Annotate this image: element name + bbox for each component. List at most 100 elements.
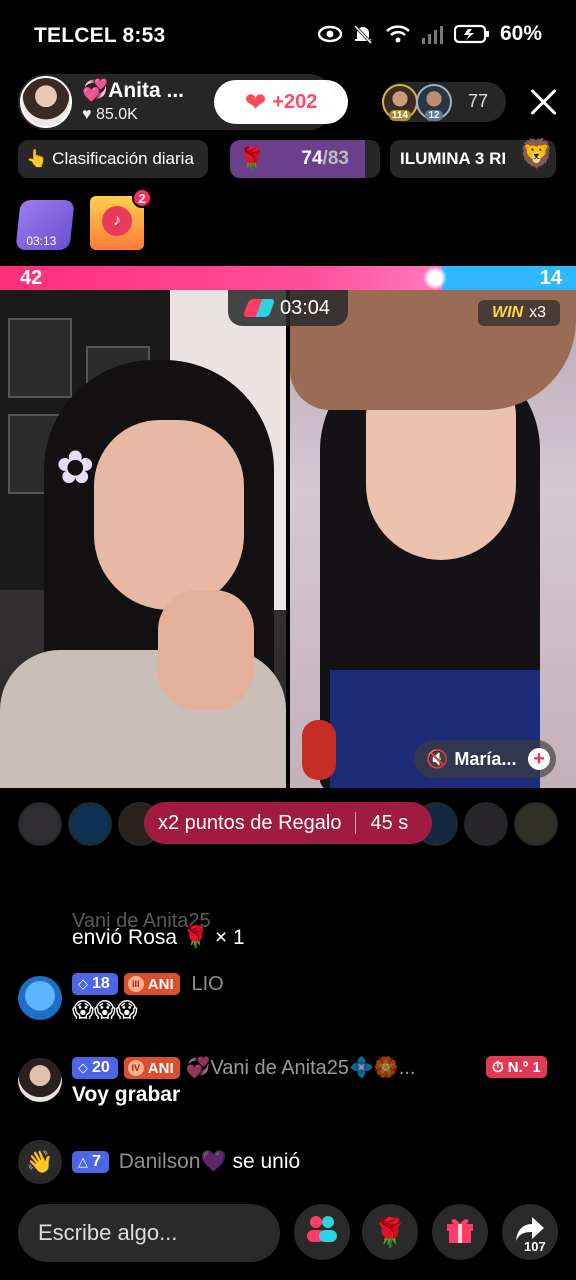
win-multiplier: x3 bbox=[529, 304, 546, 321]
battery-icon bbox=[453, 23, 490, 45]
carrier-label: TELCEL bbox=[34, 24, 117, 47]
win-streak: WIN x3 bbox=[478, 300, 560, 326]
gift-icon bbox=[444, 1213, 476, 1252]
viewer-avatar[interactable]: 12 bbox=[416, 84, 452, 121]
like-increment: +202 bbox=[272, 90, 318, 113]
fan-club-badge: IV ANI bbox=[123, 1057, 180, 1080]
battle-score-bar: 42 14 bbox=[0, 266, 576, 290]
fan-level-icon: IV bbox=[127, 1060, 144, 1077]
fan-club-name: ANI bbox=[147, 975, 174, 993]
supporter-avatar[interactable] bbox=[18, 802, 62, 846]
host-video[interactable]: ✿ bbox=[0, 290, 286, 788]
viewer-level: 114 bbox=[388, 110, 412, 121]
chat-feed[interactable]: Vani de Anita25 envió Rosa 🌹 × 1 ◇ 18 III A… bbox=[0, 880, 576, 1200]
supporter-avatar[interactable] bbox=[464, 802, 508, 846]
battle-spark-icon bbox=[422, 267, 448, 289]
chat-username[interactable]: 💞Vani de Anita25💠🏵️... bbox=[185, 1057, 415, 1079]
level-value: 7 bbox=[92, 1153, 101, 1171]
join-action: se unió bbox=[232, 1150, 301, 1173]
eye-icon bbox=[317, 23, 343, 45]
level-badge: △ 7 bbox=[72, 1151, 109, 1174]
wifi-icon bbox=[386, 23, 410, 45]
guest-name: María... bbox=[454, 748, 517, 769]
rose-goal-chip[interactable]: 🌹 74/83 bbox=[230, 140, 380, 178]
host-avatar[interactable] bbox=[20, 76, 72, 128]
rose-goal-current: 74 bbox=[301, 148, 323, 169]
level-value: 18 bbox=[92, 975, 110, 993]
rose-goal-progress: 74/83 bbox=[301, 148, 349, 170]
guest-video[interactable] bbox=[290, 290, 576, 788]
battle-timer-value: 03:04 bbox=[279, 296, 331, 319]
red-object bbox=[302, 720, 336, 780]
viewers-pill[interactable]: 114 12 77 bbox=[382, 82, 506, 122]
viewer-avatar[interactable]: 114 bbox=[382, 84, 418, 121]
level-badge: ◇ 18 bbox=[72, 973, 118, 996]
share-count: 107 bbox=[524, 1239, 546, 1254]
battle-icon bbox=[242, 299, 276, 317]
battle-left-score: 42 bbox=[20, 267, 43, 289]
flower-icon: ✿ bbox=[56, 441, 95, 493]
chat-message-header: ◇ 20 IV ANI 💞Vani de Anita25💠🏵️... bbox=[72, 1055, 416, 1080]
supporter-avatar[interactable] bbox=[68, 802, 112, 846]
fan-club-name: ANI bbox=[147, 1059, 174, 1077]
follow-plus-button[interactable]: + bbox=[528, 748, 550, 770]
diamond-icon: ◇ bbox=[78, 976, 88, 992]
ilumina-label: ILUMINA 3 RI bbox=[400, 149, 507, 168]
wave-hand-icon: 👋 bbox=[18, 1140, 62, 1184]
fan-club-badge: III ANI bbox=[123, 973, 180, 996]
battle-left-fill bbox=[0, 266, 442, 290]
battle-right-score: 14 bbox=[539, 267, 562, 289]
award-plaque bbox=[8, 318, 72, 398]
ilumina-chip[interactable]: ILUMINA 3 RI 🦁 bbox=[390, 138, 556, 178]
guest-tag[interactable]: 🔇 María... + bbox=[414, 740, 556, 778]
clock: 8:53 bbox=[122, 24, 166, 47]
status-bar: TELCEL 8:53 60% bbox=[0, 0, 576, 72]
rose-goal-total: /83 bbox=[322, 148, 349, 169]
medal-icon: ⏱ bbox=[492, 1058, 504, 1076]
chat-message-text: Voy grabar bbox=[72, 1083, 181, 1106]
rank-badge: ⏱ N.º 1 bbox=[486, 1056, 547, 1078]
lion-icon: 🦁 bbox=[519, 138, 554, 169]
host-face bbox=[94, 420, 244, 610]
multi-guest-button[interactable] bbox=[294, 1204, 350, 1260]
speaker-muted-icon: 🔇 bbox=[426, 748, 449, 769]
tiktok-logo-icon: ♪ bbox=[102, 206, 132, 236]
heart-icon: ❤ bbox=[244, 87, 267, 117]
treasure-widget[interactable]: 03:13 bbox=[15, 200, 75, 250]
supporter-avatar[interactable] bbox=[514, 802, 558, 846]
gift-button[interactable] bbox=[432, 1204, 488, 1260]
heart-icon: ♥ bbox=[82, 106, 92, 123]
bonus-label: x2 puntos de Regalo bbox=[158, 811, 342, 834]
notification-badge: 2 bbox=[132, 188, 152, 208]
viewer-level: 12 bbox=[425, 110, 443, 121]
bonus-seconds: 45 s bbox=[370, 811, 409, 834]
daily-ranking-chip[interactable]: 👆 Clasificación diaria bbox=[18, 140, 208, 178]
rank-value: N.º 1 bbox=[507, 1058, 541, 1076]
divider bbox=[355, 812, 357, 834]
host-likes: ♥ 85.0K bbox=[82, 106, 138, 124]
battery-percent: 60% bbox=[499, 22, 542, 45]
status-bar-left: TELCEL 8:53 bbox=[34, 24, 165, 48]
viewer-count: 77 bbox=[467, 91, 488, 111]
chat-join-line: △ 7 Danilson💜 se unió bbox=[72, 1150, 300, 1174]
close-button[interactable] bbox=[528, 86, 560, 118]
comment-input[interactable]: Escribe algo... bbox=[18, 1204, 280, 1262]
chat-avatar[interactable] bbox=[18, 1058, 62, 1102]
people-icon bbox=[305, 1214, 339, 1251]
rose-gift-button[interactable]: 🌹 bbox=[362, 1204, 418, 1260]
battle-timer: 03:04 bbox=[228, 290, 348, 326]
chat-avatar[interactable] bbox=[18, 976, 62, 1020]
chat-message-text: 😱😱😱 bbox=[72, 999, 138, 1022]
host-hand bbox=[158, 590, 254, 710]
fan-level-icon: III bbox=[127, 976, 144, 993]
host-name: 💞Anita ... bbox=[82, 79, 184, 102]
thumbs-hand-icon: 👆 bbox=[26, 149, 48, 168]
host-info[interactable]: 💞Anita ... ♥ 85.0K ❤ +202 bbox=[18, 74, 348, 130]
diamond-icon: ◇ bbox=[78, 1060, 88, 1076]
bell-muted-icon bbox=[352, 23, 376, 45]
chat-username[interactable]: LIO bbox=[191, 973, 223, 995]
bonus-banner: x2 puntos de Regalo 45 s bbox=[144, 802, 432, 844]
like-button[interactable]: ❤ +202 bbox=[214, 80, 348, 124]
chat-username[interactable]: Danilson💜 bbox=[119, 1150, 227, 1173]
treasure-timer: 03:13 bbox=[26, 234, 57, 248]
